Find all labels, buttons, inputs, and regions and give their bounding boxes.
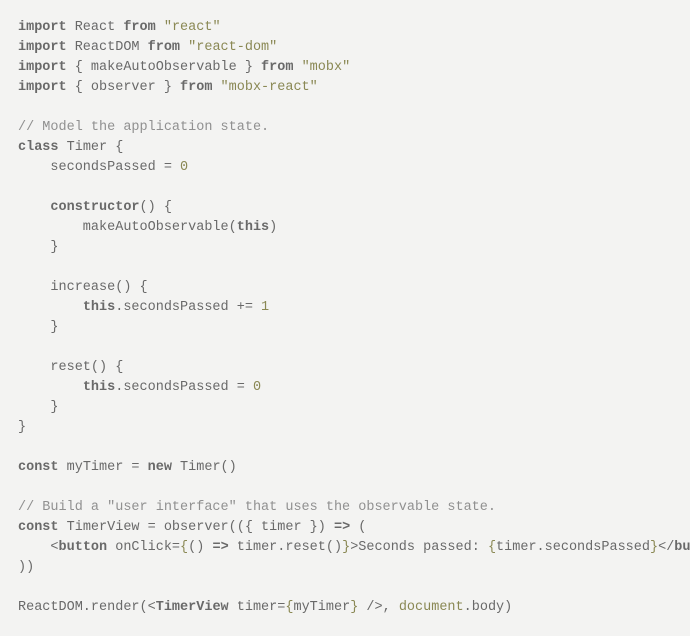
code-token: {	[180, 540, 188, 555]
code-token: from	[261, 60, 293, 75]
code-token: 0	[180, 160, 188, 175]
code-token: () {	[140, 200, 172, 215]
code-token: this	[237, 220, 269, 235]
code-token: new	[148, 460, 172, 475]
code-token: }	[18, 240, 59, 255]
code-token: TimerView = observer(({ timer })	[59, 520, 334, 535]
code-token: const	[18, 520, 59, 535]
code-token: }	[650, 540, 658, 555]
code-token: import	[18, 60, 67, 75]
code-token	[18, 300, 83, 315]
code-token: Timer {	[59, 140, 124, 155]
code-token: }	[342, 540, 350, 555]
code-token: "react-dom"	[188, 40, 277, 55]
code-token	[212, 80, 220, 95]
code-token: .body)	[464, 600, 513, 615]
code-token: secondsPassed =	[18, 160, 180, 175]
code-token: myTimer	[293, 600, 350, 615]
code-snippet: import React from "react" import ReactDO…	[18, 18, 672, 618]
code-token: from	[123, 20, 155, 35]
code-token	[18, 200, 50, 215]
code-token	[180, 40, 188, 55]
code-token: document	[399, 600, 464, 615]
code-token: .secondsPassed =	[115, 380, 253, 395]
code-token: }	[18, 320, 59, 335]
code-token: increase() {	[18, 280, 148, 295]
code-token: }	[18, 400, 59, 415]
code-token: React	[67, 20, 124, 35]
code-token: { observer }	[67, 80, 180, 95]
code-token: timer=	[229, 600, 286, 615]
code-token: <	[18, 540, 59, 555]
code-token: )	[269, 220, 277, 235]
code-token: (	[350, 520, 366, 535]
code-token: import	[18, 80, 67, 95]
code-token: "mobx"	[302, 60, 351, 75]
code-token: =>	[212, 540, 228, 555]
code-token: "mobx-react"	[221, 80, 318, 95]
code-token: from	[180, 80, 212, 95]
code-token: onClick=	[107, 540, 180, 555]
code-token: this	[83, 300, 115, 315]
code-token: =>	[334, 520, 350, 535]
code-token: .secondsPassed +=	[115, 300, 261, 315]
code-token: "react"	[164, 20, 221, 35]
code-token: // Model the application state.	[18, 120, 269, 135]
code-token: timer.secondsPassed	[496, 540, 650, 555]
code-token	[293, 60, 301, 75]
code-token: >Seconds passed:	[350, 540, 488, 555]
code-token: TimerView	[156, 600, 229, 615]
code-token: 1	[261, 300, 269, 315]
code-token: { makeAutoObservable }	[67, 60, 261, 75]
code-token: ReactDOM.render(<	[18, 600, 156, 615]
code-token: ))	[18, 560, 34, 575]
code-token: button	[674, 540, 690, 555]
code-token: makeAutoObservable(	[18, 220, 237, 235]
code-token: class	[18, 140, 59, 155]
code-token: {	[488, 540, 496, 555]
code-token: myTimer =	[59, 460, 148, 475]
code-token	[18, 380, 83, 395]
code-token: const	[18, 460, 59, 475]
code-token: />,	[358, 600, 399, 615]
code-token: ()	[188, 540, 212, 555]
code-token: Timer()	[172, 460, 237, 475]
code-token: ReactDOM	[67, 40, 148, 55]
code-token: button	[59, 540, 108, 555]
code-token: // Build a "user interface" that uses th…	[18, 500, 496, 515]
code-token	[156, 20, 164, 35]
code-token: this	[83, 380, 115, 395]
code-token: 0	[253, 380, 261, 395]
code-token: constructor	[50, 200, 139, 215]
code-token: import	[18, 20, 67, 35]
code-token: from	[148, 40, 180, 55]
code-token: </	[658, 540, 674, 555]
code-token: import	[18, 40, 67, 55]
code-token: reset() {	[18, 360, 123, 375]
code-token: }	[18, 420, 26, 435]
code-token: timer.reset()	[229, 540, 342, 555]
